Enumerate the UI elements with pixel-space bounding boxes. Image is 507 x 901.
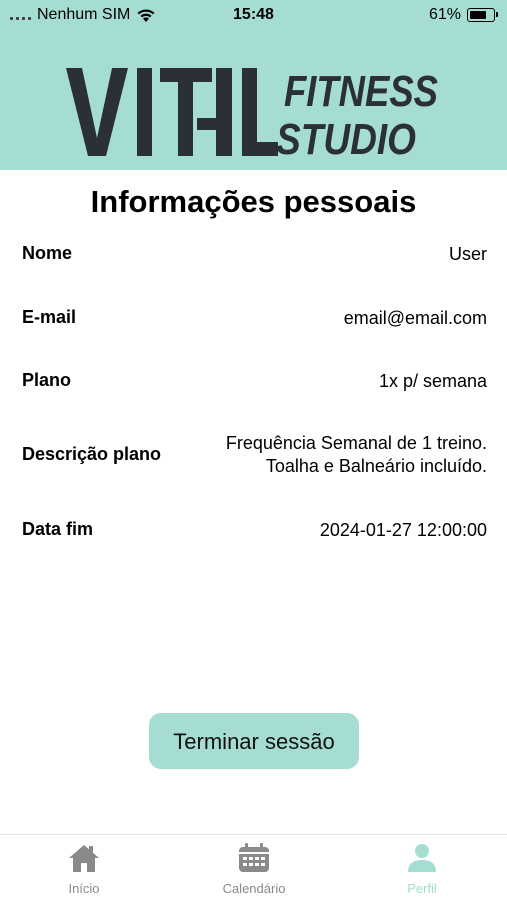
logout-button[interactable]: Terminar sessão (149, 713, 359, 769)
info-row-plano: Plano 1x p/ semana (22, 370, 487, 394)
svg-text:STUDIO: STUDIO (276, 115, 416, 160)
info-row-email: E-mail email@email.com (22, 307, 487, 331)
info-row-descricao: Descrição plano Frequência Semanal de 1 … (22, 432, 487, 480)
tab-inicio[interactable]: Início (24, 843, 144, 896)
plano-value: 1x p/ semana (378, 371, 487, 391)
plano-label: Plano (22, 370, 72, 390)
vital-fitness-studio-logo: FITNESS STUDIO (66, 67, 438, 160)
tab-inicio-label: Início (68, 881, 100, 896)
status-bar: Nenhum SIM 15:48 61% (0, 0, 507, 32)
calendar-icon (239, 843, 269, 872)
home-icon (69, 845, 99, 872)
tab-calendario[interactable]: Calendário (194, 843, 314, 896)
battery-percent: 61% (428, 6, 461, 23)
info-row-datafim: Data fim 2024-01-27 12:00:00 (22, 519, 487, 543)
tab-bar: Início Calendário Perfil (0, 834, 507, 901)
datafim-label: Data fim (22, 519, 94, 539)
tab-perfil-label: Perfil (407, 881, 437, 896)
person-icon (408, 844, 436, 872)
tab-calendario-label: Calendário (222, 881, 286, 896)
descricao-label: Descrição plano (22, 444, 162, 464)
descricao-line-2: Toalha e Balneário incluído. (265, 456, 487, 476)
email-label: E-mail (22, 307, 77, 327)
nome-label: Nome (22, 243, 73, 263)
tab-perfil[interactable]: Perfil (362, 843, 482, 896)
info-row-nome: Nome User (22, 243, 487, 267)
header-banner: Nenhum SIM 15:48 61% FITNESS STUDIO (0, 0, 507, 170)
svg-text:FITNESS: FITNESS (284, 67, 438, 116)
nome-value: User (448, 244, 487, 264)
page-title: Informações pessoais (90, 184, 417, 219)
datafim-value: 2024-01-27 12:00:00 (319, 520, 487, 540)
status-right: 61% (428, 6, 498, 24)
email-value: email@email.com (343, 308, 487, 328)
battery-icon (467, 8, 498, 22)
descricao-line-1: Frequência Semanal de 1 treino. (225, 433, 487, 453)
descricao-value: Frequência Semanal de 1 treino. Toalha e… (226, 432, 487, 478)
